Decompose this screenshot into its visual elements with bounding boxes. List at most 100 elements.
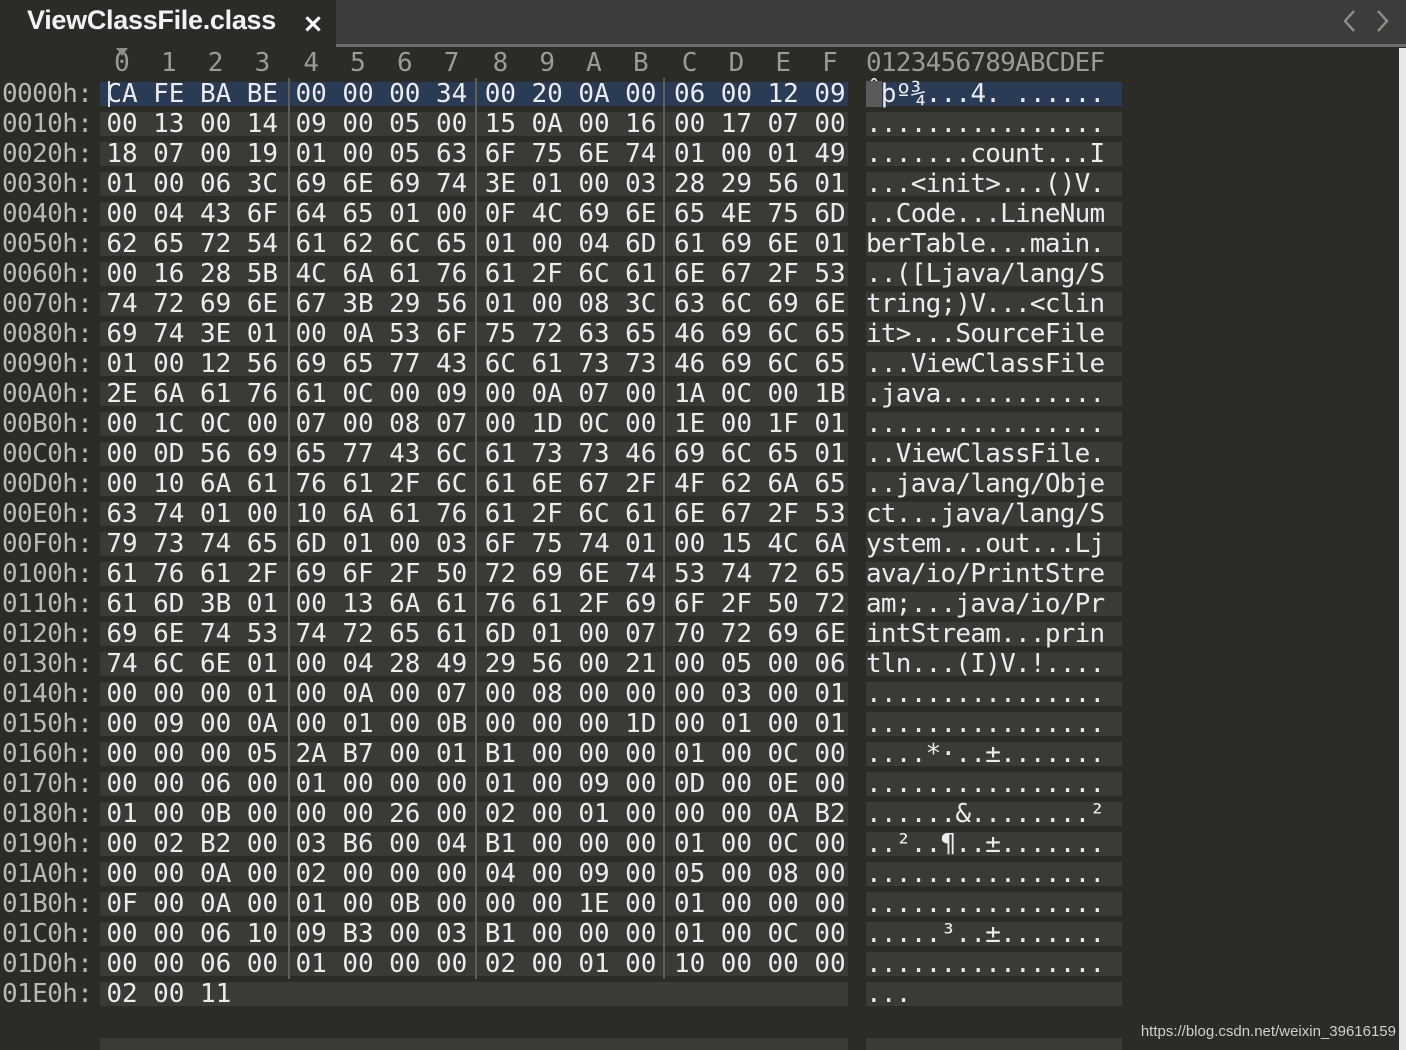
hex-byte[interactable]: 75 bbox=[525, 139, 569, 169]
hex-byte[interactable]: 01 bbox=[100, 799, 144, 829]
hex-byte[interactable]: 0A bbox=[525, 109, 569, 139]
hex-byte[interactable]: 00 bbox=[336, 79, 380, 109]
hex-byte[interactable]: 61 bbox=[383, 259, 427, 289]
hex-byte[interactable]: 6A bbox=[383, 589, 427, 619]
hex-byte[interactable]: 00 bbox=[714, 139, 758, 169]
hex-byte[interactable]: 19 bbox=[240, 139, 284, 169]
hex-byte[interactable]: 00 bbox=[430, 199, 474, 229]
hex-byte[interactable]: 00 bbox=[714, 859, 758, 889]
hex-byte[interactable]: 00 bbox=[478, 79, 522, 109]
hex-byte[interactable]: 00 bbox=[572, 919, 616, 949]
hex-byte[interactable]: 62 bbox=[100, 229, 144, 259]
hex-byte[interactable]: 3C bbox=[619, 289, 663, 319]
hex-byte[interactable]: 67 bbox=[572, 469, 616, 499]
hex-byte[interactable]: 6A bbox=[808, 529, 852, 559]
hex-byte[interactable]: 0A bbox=[240, 709, 284, 739]
ascii-text[interactable]: ....*·..±....... bbox=[866, 739, 1105, 769]
hex-byte[interactable]: 01 bbox=[808, 169, 852, 199]
hex-byte[interactable]: 07 bbox=[430, 409, 474, 439]
vertical-scrollbar[interactable] bbox=[1399, 48, 1406, 1050]
hex-byte[interactable]: 0C bbox=[572, 409, 616, 439]
hex-byte[interactable]: 00 bbox=[289, 589, 333, 619]
hex-byte[interactable]: 6F bbox=[478, 139, 522, 169]
hex-byte[interactable]: 16 bbox=[619, 109, 663, 139]
hex-byte[interactable]: 28 bbox=[194, 259, 238, 289]
hex-byte[interactable]: 1A bbox=[668, 379, 712, 409]
hex-byte[interactable]: 00 bbox=[668, 799, 712, 829]
hex-byte[interactable]: 4C bbox=[525, 199, 569, 229]
close-icon[interactable]: × bbox=[300, 8, 326, 40]
hex-byte[interactable]: 00 bbox=[336, 109, 380, 139]
hex-byte[interactable]: 61 bbox=[383, 499, 427, 529]
hex-byte[interactable]: 00 bbox=[572, 109, 616, 139]
hex-byte[interactable]: 00 bbox=[572, 709, 616, 739]
ascii-text[interactable]: ......&........² bbox=[866, 799, 1105, 829]
ascii-text[interactable]: intStream...prin bbox=[866, 619, 1105, 649]
hex-byte[interactable]: 00 bbox=[100, 829, 144, 859]
hex-byte[interactable]: 00 bbox=[100, 739, 144, 769]
hex-byte[interactable]: 69 bbox=[100, 619, 144, 649]
hex-byte[interactable]: 01 bbox=[761, 139, 805, 169]
hex-byte[interactable]: 61 bbox=[478, 469, 522, 499]
hex-byte[interactable]: 00 bbox=[668, 529, 712, 559]
hex-byte[interactable]: 00 bbox=[572, 679, 616, 709]
hex-byte[interactable]: 00 bbox=[808, 919, 852, 949]
hex-byte[interactable]: 2F bbox=[619, 469, 663, 499]
hex-byte[interactable]: 69 bbox=[714, 319, 758, 349]
hex-byte[interactable]: 62 bbox=[336, 229, 380, 259]
hex-byte[interactable]: 01 bbox=[572, 949, 616, 979]
hex-byte[interactable]: 00 bbox=[619, 379, 663, 409]
hex-byte[interactable]: 04 bbox=[572, 229, 616, 259]
hex-byte[interactable]: 74 bbox=[100, 649, 144, 679]
ascii-text[interactable]: ...<init>...()V. bbox=[866, 169, 1105, 199]
hex-byte[interactable]: 6D bbox=[808, 199, 852, 229]
hex-byte[interactable]: 06 bbox=[194, 949, 238, 979]
hex-byte[interactable]: 72 bbox=[194, 229, 238, 259]
hex-byte[interactable]: 77 bbox=[383, 349, 427, 379]
hex-byte[interactable]: 00 bbox=[240, 949, 284, 979]
hex-byte[interactable]: 00 bbox=[668, 109, 712, 139]
hex-byte[interactable]: 00 bbox=[336, 769, 380, 799]
hex-byte[interactable]: 74 bbox=[572, 529, 616, 559]
hex-byte[interactable]: B1 bbox=[478, 829, 522, 859]
hex-byte[interactable]: 0A bbox=[194, 859, 238, 889]
hex-byte[interactable]: 00 bbox=[808, 109, 852, 139]
hex-byte[interactable]: 01 bbox=[478, 229, 522, 259]
hex-byte[interactable]: 00 bbox=[147, 169, 191, 199]
hex-byte[interactable]: 00 bbox=[478, 889, 522, 919]
hex-byte[interactable]: 6C bbox=[714, 289, 758, 319]
hex-byte[interactable]: 61 bbox=[289, 379, 333, 409]
hex-byte[interactable]: 07 bbox=[572, 379, 616, 409]
hex-byte[interactable]: 15 bbox=[478, 109, 522, 139]
hex-byte[interactable]: 69 bbox=[100, 319, 144, 349]
hex-byte[interactable]: 00 bbox=[714, 409, 758, 439]
hex-byte[interactable]: 07 bbox=[289, 409, 333, 439]
hex-byte[interactable]: 1D bbox=[525, 409, 569, 439]
hex-byte[interactable]: 74 bbox=[714, 559, 758, 589]
hex-byte[interactable]: 00 bbox=[147, 949, 191, 979]
ascii-text[interactable]: ..²..¶..±....... bbox=[866, 829, 1105, 859]
hex-byte[interactable]: 6C bbox=[572, 499, 616, 529]
hex-byte[interactable]: 00 bbox=[100, 469, 144, 499]
hex-byte[interactable]: 01 bbox=[808, 709, 852, 739]
hex-byte[interactable]: 00 bbox=[714, 919, 758, 949]
hex-byte[interactable]: 00 bbox=[572, 829, 616, 859]
ascii-text[interactable]: ..Code...LineNum bbox=[866, 199, 1105, 229]
hex-byte[interactable]: 67 bbox=[714, 499, 758, 529]
hex-byte[interactable]: 6C bbox=[572, 259, 616, 289]
hex-byte[interactable]: 61 bbox=[336, 469, 380, 499]
hex-byte[interactable]: 69 bbox=[240, 439, 284, 469]
hex-byte[interactable]: 00 bbox=[572, 739, 616, 769]
hex-byte[interactable]: 00 bbox=[572, 619, 616, 649]
hex-byte[interactable]: 61 bbox=[194, 559, 238, 589]
hex-byte[interactable]: 61 bbox=[668, 229, 712, 259]
hex-byte[interactable]: 10 bbox=[668, 949, 712, 979]
hex-byte[interactable]: 00 bbox=[525, 709, 569, 739]
hex-byte[interactable]: 00 bbox=[525, 799, 569, 829]
chevron-right-icon[interactable] bbox=[1368, 4, 1396, 38]
hex-byte[interactable]: 05 bbox=[714, 649, 758, 679]
hex-byte[interactable]: 0B bbox=[383, 889, 427, 919]
hex-byte[interactable]: 69 bbox=[525, 559, 569, 589]
ascii-text[interactable]: ..ViewClassFile. bbox=[866, 439, 1105, 469]
hex-byte[interactable]: 54 bbox=[240, 229, 284, 259]
